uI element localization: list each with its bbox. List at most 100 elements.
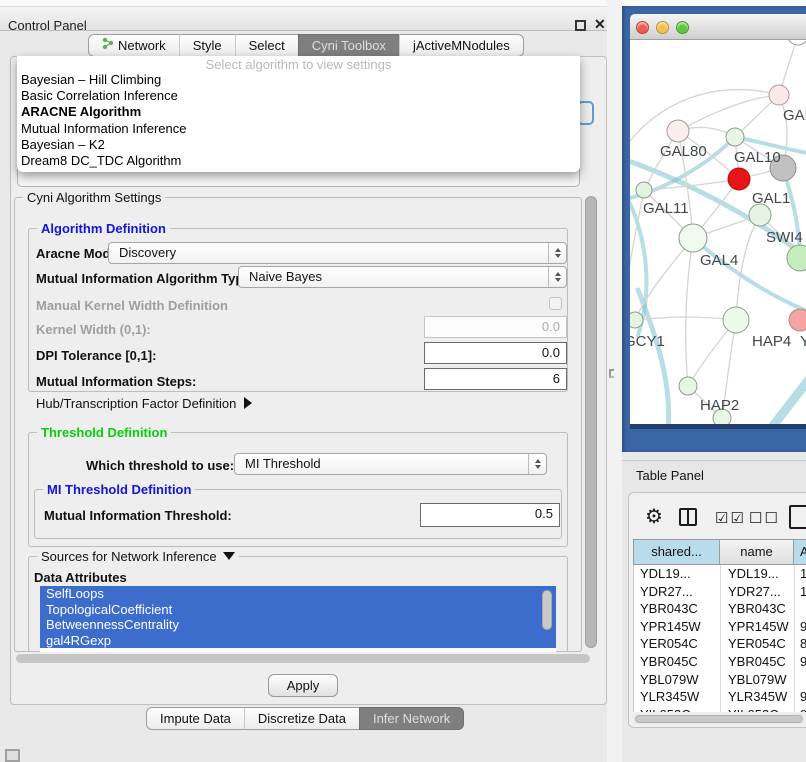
network-node[interactable]: [787, 245, 806, 271]
node-label-gal11: GAL11: [643, 200, 689, 217]
network-node[interactable]: [723, 307, 749, 333]
dropdown-item-bayesian-hill-climbing[interactable]: Bayesian – Hill Climbing: [17, 72, 580, 88]
new-table-icon[interactable]: [789, 505, 806, 529]
table-row[interactable]: YBL079WYBL079W: [634, 671, 806, 689]
table-row[interactable]: YDL19...YDL19...13: [634, 565, 806, 583]
table-header: shared... name A: [633, 539, 806, 565]
table-cell: 13: [794, 565, 806, 583]
tab-style[interactable]: Style: [179, 34, 235, 57]
table-row[interactable]: YPR145WYPR145W9.: [634, 618, 806, 636]
tab-cyni-toolbox[interactable]: Cyni Toolbox: [298, 34, 399, 57]
column-header-shared-name[interactable]: shared...: [633, 539, 720, 565]
tab-label: Cyni Toolbox: [312, 35, 386, 57]
stepper-icon[interactable]: [548, 267, 566, 287]
manual-kernel-checkbox[interactable]: [549, 297, 562, 310]
network-canvas[interactable]: GAL80GAL10GAL1GAL11GAL4SWI4GCY1HAP4YHAP2…: [630, 40, 806, 424]
node-label-gcy1: GCY1: [630, 333, 665, 350]
node-label-hap4: HAP4: [752, 333, 791, 350]
table-row[interactable]: YBR045CYBR045C9.: [634, 653, 806, 671]
mi-threshold-field[interactable]: 0.5: [420, 503, 560, 527]
settings-horizontal-scrollbar[interactable]: [16, 654, 590, 663]
hub-definition-toggle[interactable]: Hub/Transcription Factor Definition: [36, 396, 252, 411]
tab-label: Style: [193, 35, 222, 57]
attribute-item-topologicalcoefficient[interactable]: TopologicalCoefficient: [40, 602, 556, 618]
tab-infer-network[interactable]: Infer Network: [359, 707, 464, 730]
close-icon[interactable]: ✕: [594, 16, 606, 33]
table-row[interactable]: YLR345WYLR345W9.: [634, 688, 806, 706]
dropdown-item-basic-correlation-inference[interactable]: Basic Correlation Inference: [17, 88, 580, 104]
hub-definition-label: Hub/Transcription Factor Definition: [36, 396, 236, 411]
network-node[interactable]: [787, 40, 806, 45]
sources-legend[interactable]: Sources for Network Inference: [37, 549, 239, 564]
table-cell: YDR27...: [634, 583, 720, 601]
table-cell: 12: [794, 583, 806, 601]
which-threshold-select[interactable]: MI Threshold: [234, 453, 547, 475]
split-pane-divider[interactable]: [607, 0, 622, 762]
zoom-traffic-light[interactable]: [676, 21, 689, 34]
table-cell: YIL052C: [634, 706, 720, 712]
network-node[interactable]: [728, 168, 750, 190]
network-node[interactable]: [789, 309, 806, 331]
network-node[interactable]: [636, 182, 652, 198]
tab-discretize-data[interactable]: Discretize Data: [244, 707, 359, 730]
network-node[interactable]: [679, 377, 697, 395]
table-cell: YDL19...: [634, 565, 720, 583]
which-threshold-value: MI Threshold: [245, 454, 321, 474]
float-window-icon[interactable]: [575, 20, 586, 31]
divider-handle-icon[interactable]: [609, 369, 614, 378]
network-window: GAL80GAL10GAL1GAL11GAL4SWI4GCY1HAP4YHAP2…: [630, 14, 806, 424]
cyni-settings-legend: Cyni Algorithm Settings: [23, 190, 165, 205]
kernel-width-field[interactable]: 0.0: [424, 316, 567, 338]
table-row[interactable]: YDR27...YDR27...12: [634, 583, 806, 601]
select-all-icon[interactable]: ☑☑: [715, 509, 746, 527]
attribute-item-betweennesscentrality[interactable]: BetweennessCentrality: [40, 617, 556, 633]
cyni-mode-tabs: Impute DataDiscretize DataInfer Network: [146, 707, 464, 730]
tab-jactivemnodules[interactable]: jActiveMNodules: [399, 34, 524, 57]
table-cell: 9.: [794, 618, 806, 636]
dpi-tolerance-field[interactable]: 0.0: [424, 342, 567, 364]
network-node[interactable]: [667, 120, 689, 142]
stepper-icon[interactable]: [548, 243, 566, 263]
table-row[interactable]: YIL052CYIL052C9: [634, 706, 806, 712]
column-header-clipped[interactable]: A: [794, 539, 806, 565]
close-traffic-light[interactable]: [636, 21, 649, 34]
gear-icon[interactable]: ⚙: [645, 504, 663, 529]
dropdown-item-aracne-algorithm[interactable]: ARACNE Algorithm: [17, 104, 580, 120]
attribute-item-selfloops[interactable]: SelfLoops: [40, 586, 556, 602]
data-attributes-label: Data Attributes: [34, 570, 127, 585]
attributes-scrollbar[interactable]: [542, 590, 552, 630]
aracne-mode-select[interactable]: Discovery: [108, 242, 567, 264]
dropdown-item-bayesian-k2[interactable]: Bayesian – K2: [17, 137, 580, 153]
network-node[interactable]: [749, 204, 771, 226]
tab-impute-data[interactable]: Impute Data: [146, 707, 244, 730]
stepper-icon[interactable]: [528, 454, 546, 474]
minimized-panel-icon[interactable]: [5, 749, 20, 762]
table-row[interactable]: YER054CYER054C8.: [634, 635, 806, 653]
column-header-name[interactable]: name: [720, 539, 794, 565]
table-hscrollbar[interactable]: [635, 715, 803, 723]
network-node[interactable]: [679, 224, 707, 252]
dropdown-item-mutual-information-inference[interactable]: Mutual Information Inference: [17, 121, 580, 137]
settings-vertical-scrollbar[interactable]: [585, 196, 597, 648]
tab-select[interactable]: Select: [235, 34, 298, 57]
network-node[interactable]: [726, 128, 744, 146]
apply-button[interactable]: Apply: [268, 674, 338, 697]
minimize-traffic-light[interactable]: [656, 21, 669, 34]
network-node[interactable]: [769, 85, 789, 105]
table-cell: 9: [794, 706, 806, 712]
mi-steps-field[interactable]: 6: [424, 368, 567, 390]
network-edge: [686, 238, 693, 386]
unselect-all-icon[interactable]: ☐☐: [749, 509, 780, 527]
dpi-tolerance-label: DPI Tolerance [0,1]:: [36, 348, 156, 363]
table-panel-title: Table Panel: [636, 468, 704, 483]
tab-network[interactable]: Network: [88, 34, 179, 57]
network-window-titlebar[interactable]: [630, 14, 806, 40]
table-cell: YIL052C: [720, 706, 794, 712]
mi-algorithm-type-select[interactable]: Naive Bayes: [238, 266, 567, 288]
network-node[interactable]: [630, 312, 643, 328]
columns-icon[interactable]: [679, 508, 697, 526]
tab-label: Select: [249, 35, 285, 57]
dropdown-item-dream8-dc-tdc-algorithm[interactable]: Dream8 DC_TDC Algorithm: [17, 153, 580, 169]
table-row[interactable]: YBR043CYBR043C: [634, 600, 806, 618]
attribute-item-gal4rgexp[interactable]: gal4RGexp: [40, 633, 556, 649]
